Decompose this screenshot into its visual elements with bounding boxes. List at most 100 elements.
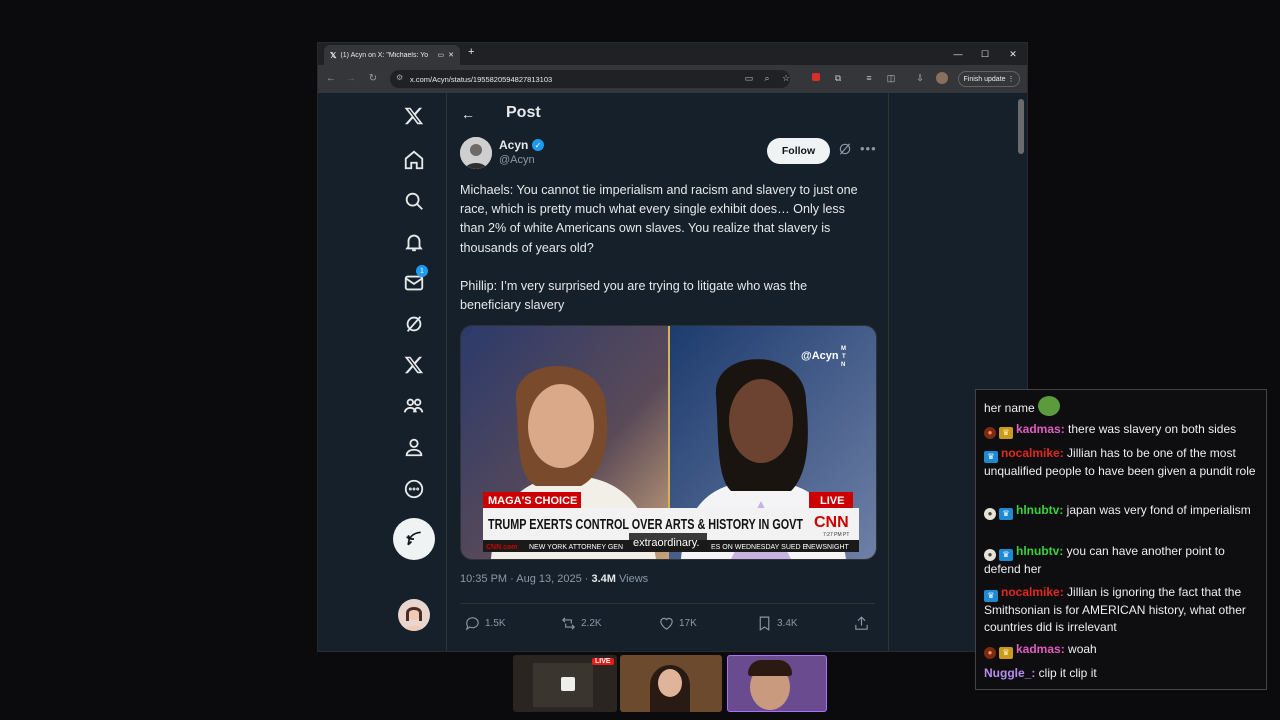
svg-text:T: T <box>842 354 846 360</box>
x-logo-icon[interactable] <box>400 102 428 130</box>
reply-button[interactable]: 1.5K <box>464 614 506 632</box>
profile-icon[interactable] <box>400 433 428 461</box>
chat-message: ● ♛ kadmas: woah <box>984 641 1256 659</box>
zoom-icon[interactable]: ⌕ <box>761 72 773 84</box>
ticker-text: NEW YORK ATTORNEY GEN <box>529 544 623 551</box>
cast-icon[interactable]: ▭ <box>743 72 755 84</box>
bookmark-star-icon[interactable]: ☆ <box>780 72 792 84</box>
minimize-icon[interactable]: — <box>951 47 965 61</box>
chat-username[interactable]: Nuggle_: <box>984 666 1035 680</box>
page-title: Post <box>506 104 541 121</box>
x-page: 1 ← Post Acyn ✓ @Acyn Follow ••• Michael… <box>318 93 1027 651</box>
pepe-emote-icon <box>1038 396 1061 416</box>
thumbnail-guest-cam[interactable] <box>620 655 722 712</box>
repost-button[interactable]: 2.2K <box>560 614 602 632</box>
communities-icon[interactable] <box>400 392 428 420</box>
video-frame: MAGA'S CHOICE LIVE TRUMP EXERTS CONTROL … <box>461 326 876 559</box>
stream-chat: her name ● ♛ kadmas: there was slavery on … <box>975 389 1267 690</box>
address-bar[interactable]: ⚙ x.com/Acyn/status/1955820594827813103 <box>390 70 790 88</box>
bookmark-count: 3.4K <box>777 617 798 629</box>
prime-badge-icon: ♛ <box>984 451 998 463</box>
reply-icon <box>465 616 479 631</box>
heart-icon <box>660 617 673 630</box>
like-button[interactable]: 17K <box>658 614 697 632</box>
grok-icon[interactable] <box>400 310 428 338</box>
prime-badge-icon: ♛ <box>999 508 1013 520</box>
home-icon[interactable] <box>400 146 428 174</box>
like-count: 17K <box>679 617 697 629</box>
messages-icon[interactable]: 1 <box>400 265 428 297</box>
author-avatar[interactable] <box>460 137 492 169</box>
fire-badge-icon: ● <box>984 647 996 659</box>
chat-username[interactable]: kadmas: <box>1016 422 1065 436</box>
scrollbar[interactable] <box>1018 99 1024 154</box>
notifications-icon[interactable] <box>400 228 428 256</box>
close-tab-icon[interactable]: ✕ <box>448 51 454 59</box>
browser-tab[interactable]: 𝕏 (1) Acyn on X: "Michaels: Yo ▭ ✕ <box>324 45 460 65</box>
video-caption: extraordinary. <box>633 537 699 549</box>
extensions-icon[interactable]: ⧉ <box>832 72 844 84</box>
reading-list-icon[interactable]: ≡ <box>863 72 875 84</box>
x-favicon-icon: 𝕏 <box>330 50 337 60</box>
post-video[interactable]: MAGA'S CHOICE LIVE TRUMP EXERTS CONTROL … <box>460 325 877 560</box>
url-text: x.com/Acyn/status/1955820594827813103 <box>410 74 553 84</box>
forward-icon[interactable]: → <box>344 72 358 86</box>
chat-message: her name <box>984 396 1256 417</box>
tab-bar: 𝕏 (1) Acyn on X: "Michaels: Yo ▭ ✕ + — ☐… <box>318 43 1027 65</box>
chat-message: ● ♛ hlnubtv: japan was very fond of imperi… <box>984 502 1256 520</box>
finish-update-button[interactable]: Finish update ⋮ <box>958 71 1020 87</box>
browser-toolbar: ← → ↻ ⚙ x.com/Acyn/status/19558205948278… <box>318 65 1027 93</box>
compose-post-button[interactable] <box>393 518 435 560</box>
close-window-icon[interactable]: ✕ <box>1006 47 1020 61</box>
chat-username[interactable]: hlnubtv: <box>1016 544 1063 558</box>
back-icon[interactable]: ← <box>324 72 338 86</box>
thumbnail-host-cam[interactable] <box>727 655 827 712</box>
live-badge: LIVE <box>592 658 614 665</box>
prime-badge-icon: ♛ <box>999 549 1013 561</box>
svg-text:M: M <box>841 346 846 352</box>
new-tab-button[interactable]: + <box>468 46 474 58</box>
account-avatar[interactable] <box>398 599 430 631</box>
maximize-icon[interactable]: ☐ <box>978 47 992 61</box>
broadcast-time: 7:27 PM PT <box>823 532 849 538</box>
site-info-icon[interactable]: ⚙ <box>396 73 403 82</box>
thumbnail-stream-preview[interactable]: LIVE <box>513 655 617 712</box>
chat-message: Nuggle_: clip it clip it <box>984 666 1097 680</box>
back-arrow-icon[interactable]: ← <box>461 106 475 122</box>
svg-text:N: N <box>841 362 845 368</box>
premium-x-icon[interactable] <box>400 351 428 379</box>
more-icon[interactable]: ••• <box>860 141 877 156</box>
cnn-logo: CNN <box>814 514 849 531</box>
content-divider <box>888 93 889 651</box>
downloads-icon[interactable]: ⇩ <box>914 72 926 84</box>
follow-button[interactable]: Follow <box>767 138 830 164</box>
search-icon[interactable] <box>400 187 428 215</box>
repost-icon <box>562 616 575 630</box>
chat-username[interactable]: nocalmike: <box>1001 585 1064 599</box>
author-handle[interactable]: @Acyn <box>499 154 535 166</box>
grok-explain-icon[interactable] <box>838 142 852 156</box>
share-button[interactable] <box>853 614 870 632</box>
side-panel-icon[interactable]: ◫ <box>885 72 897 84</box>
nav-divider <box>446 93 447 651</box>
author-name[interactable]: Acyn <box>499 138 528 152</box>
views-label: Views <box>615 573 649 585</box>
post-timestamp[interactable]: 10:35 PM · Aug 13, 2025 · <box>460 573 591 585</box>
chat-username[interactable]: nocalmike: <box>1001 446 1064 460</box>
profile-avatar[interactable] <box>936 72 948 84</box>
messages-badge: 1 <box>416 265 428 277</box>
more-options-icon[interactable] <box>400 475 428 503</box>
pet-badge-icon: ● <box>984 549 996 561</box>
chat-username[interactable]: hlnubtv: <box>1016 503 1063 517</box>
play-icon <box>561 677 575 691</box>
chat-username[interactable]: kadmas: <box>1016 642 1065 656</box>
reply-count: 1.5K <box>485 617 506 629</box>
live-tag: LIVE <box>820 495 844 507</box>
reload-icon[interactable]: ↻ <box>366 72 380 86</box>
ticker-text-2: ES ON WEDNESDAY SUED E <box>711 544 808 551</box>
post-meta: 10:35 PM · Aug 13, 2025 · 3.4M Views <box>460 573 648 585</box>
bookmark-button[interactable]: 3.4K <box>756 614 798 632</box>
crown-badge-icon: ♛ <box>999 427 1013 439</box>
extension-red-icon[interactable] <box>810 72 822 84</box>
media-tab-icon: ▭ <box>437 52 445 59</box>
